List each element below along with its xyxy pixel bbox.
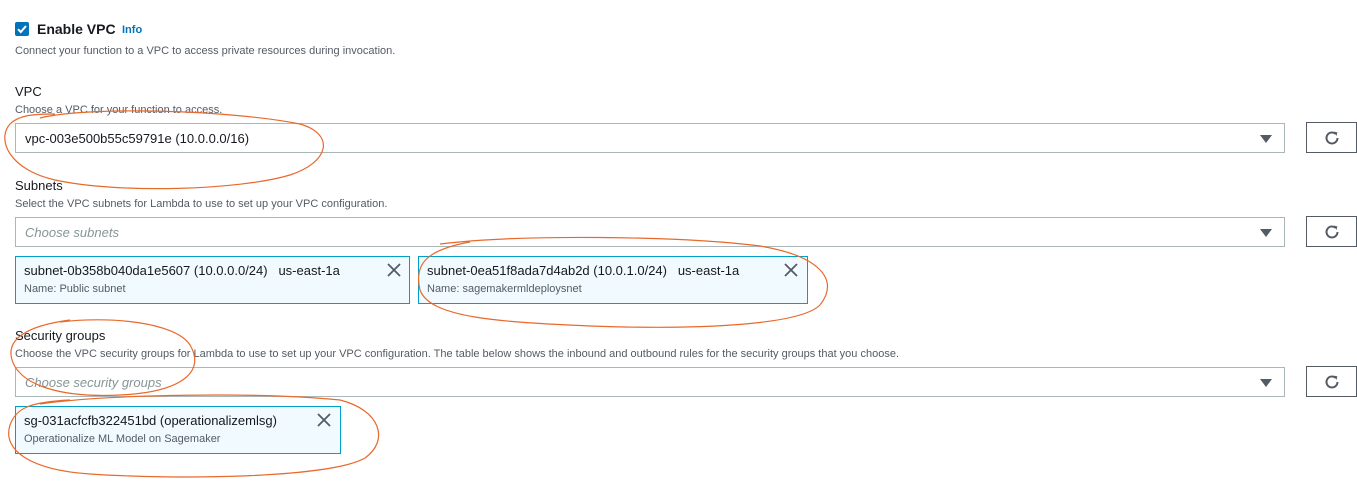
vpc-description: Choose a VPC for your function to access… [15,104,223,116]
close-icon[interactable] [783,262,799,278]
security-groups-label: Security groups [15,328,106,343]
vpc-label: VPC [15,84,42,99]
subnet-token: subnet-0ea51f8ada7d4ab2d (10.0.1.0/24) u… [418,256,808,304]
subnet-token: subnet-0b358b040da1e5607 (10.0.0.0/24) u… [15,256,410,304]
vpc-selected-value: vpc-003e500b55c59791e (10.0.0.0/16) [25,130,250,146]
caret-down-icon [1260,135,1272,143]
close-icon[interactable] [386,262,402,278]
subnets-label: Subnets [15,178,63,193]
subnet-token-name: Name: Public subnet [24,283,126,295]
check-icon [17,25,27,34]
subnet-token-title: subnet-0b358b040da1e5607 (10.0.0.0/24) u… [24,263,340,278]
refresh-icon [1325,130,1338,144]
security-groups-select[interactable]: Choose security groups [15,367,1285,397]
security-groups-refresh-button[interactable] [1306,366,1357,397]
enable-vpc-checkbox[interactable] [15,22,29,36]
close-icon[interactable] [316,412,332,428]
subnets-placeholder: Choose subnets [25,224,119,240]
security-group-token: sg-031acfcfb322451bd (operationalizemlsg… [15,406,341,454]
security-groups-description: Choose the VPC security groups for Lambd… [15,348,899,360]
subnets-select[interactable]: Choose subnets [15,217,1285,247]
info-link[interactable]: Info [122,24,142,36]
enable-vpc-description: Connect your function to a VPC to access… [15,45,396,57]
caret-down-icon [1260,229,1272,237]
refresh-icon [1325,224,1338,238]
refresh-icon [1325,374,1338,388]
security-group-token-name: Operationalize ML Model on Sagemaker [24,433,221,445]
security-groups-placeholder: Choose security groups [25,374,162,390]
subnets-refresh-button[interactable] [1306,216,1357,247]
security-group-token-title: sg-031acfcfb322451bd (operationalizemlsg… [24,413,277,428]
subnet-token-name: Name: sagemakermldeploysnet [427,283,582,295]
subnets-description: Select the VPC subnets for Lambda to use… [15,198,388,210]
subnet-token-title: subnet-0ea51f8ada7d4ab2d (10.0.1.0/24) u… [427,263,740,278]
vpc-refresh-button[interactable] [1306,122,1357,153]
vpc-select[interactable]: vpc-003e500b55c59791e (10.0.0.0/16) [15,123,1285,153]
enable-vpc-label[interactable]: Enable VPC [37,21,116,37]
caret-down-icon [1260,379,1272,387]
